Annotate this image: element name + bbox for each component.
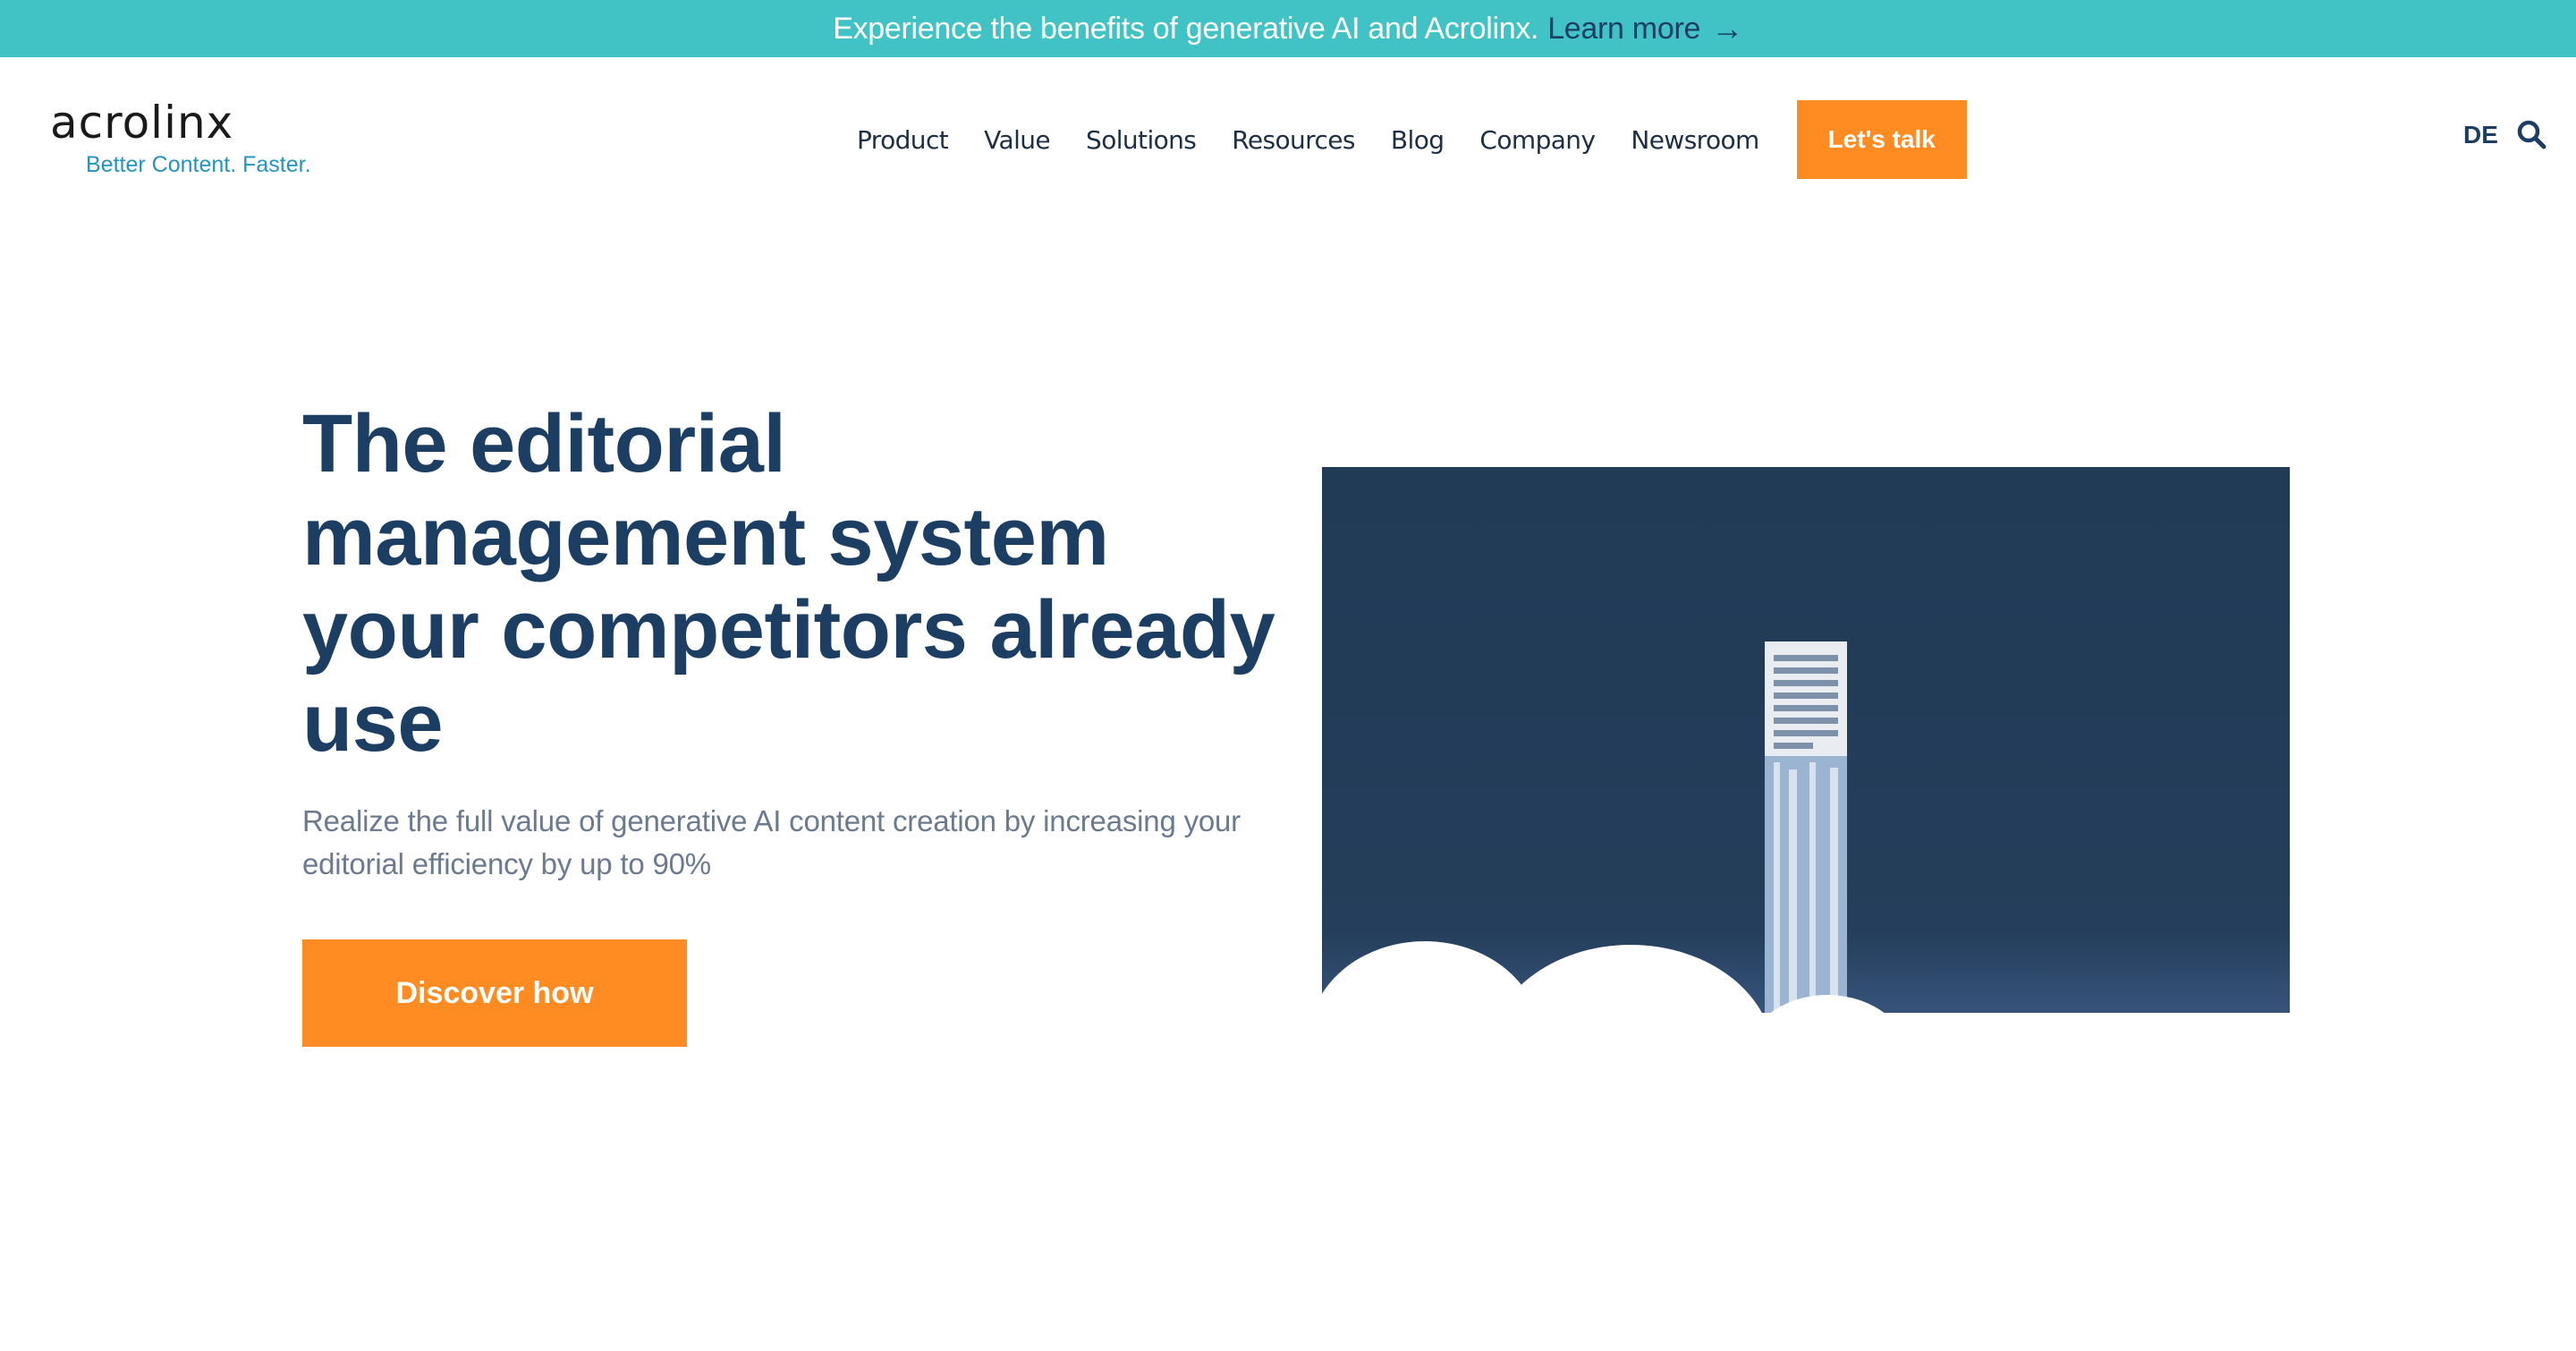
discover-how-button[interactable]: Discover how bbox=[302, 939, 687, 1047]
main-nav: Product Value Solutions Resources Blog C… bbox=[857, 100, 1967, 179]
site-header: acrolinx Better Content. Faster. Product… bbox=[0, 57, 2576, 200]
nav-item-resources[interactable]: Resources bbox=[1232, 125, 1355, 155]
arrow-right-icon: → bbox=[1711, 10, 1743, 47]
lets-talk-button[interactable]: Let's talk bbox=[1796, 100, 1967, 179]
logo-tagline: Better Content. Faster. bbox=[86, 152, 311, 177]
logo-wordmark: acrolinx bbox=[50, 97, 234, 149]
logo[interactable]: acrolinx Better Content. Faster. bbox=[50, 97, 311, 177]
nav-item-value[interactable]: Value bbox=[984, 125, 1051, 155]
language-switch[interactable]: DE bbox=[2463, 121, 2498, 149]
learn-more-link[interactable]: Learn more → bbox=[1547, 10, 1743, 47]
nav-item-product[interactable]: Product bbox=[857, 125, 949, 155]
announcement-bar: Experience the benefits of generative AI… bbox=[0, 0, 2576, 57]
nav-item-newsroom[interactable]: Newsroom bbox=[1631, 125, 1759, 155]
learn-more-label: Learn more bbox=[1547, 11, 1701, 46]
nav-item-company[interactable]: Company bbox=[1479, 125, 1596, 155]
nav-item-solutions[interactable]: Solutions bbox=[1086, 125, 1197, 155]
nav-item-blog[interactable]: Blog bbox=[1391, 125, 1445, 155]
hero-title: The editorial management system your com… bbox=[302, 398, 1275, 769]
announcement-text: Experience the benefits of generative AI… bbox=[833, 11, 1539, 46]
document-rocket-illustration bbox=[1322, 467, 2290, 1013]
search-icon[interactable] bbox=[2515, 118, 2547, 150]
hero-subtitle: Realize the full value of generative AI … bbox=[302, 804, 1241, 880]
